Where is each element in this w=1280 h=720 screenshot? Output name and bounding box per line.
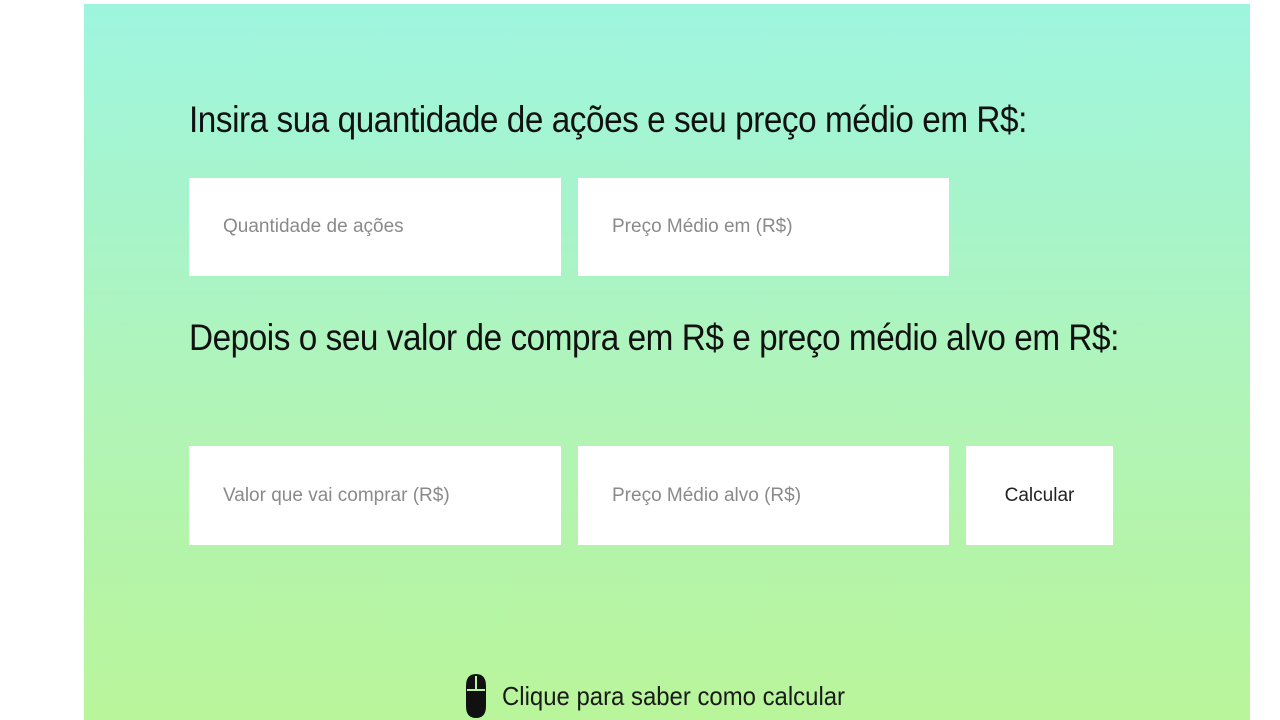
buy-value-input[interactable] [189, 446, 561, 545]
calculator-panel: Insira sua quantidade de ações e seu pre… [84, 4, 1250, 720]
section1-heading: Insira sua quantidade de ações e seu pre… [189, 99, 1027, 140]
calculate-button[interactable]: Calcular [966, 446, 1113, 545]
average-price-input[interactable] [578, 178, 949, 276]
how-to-calculate-label: Clique para saber como calcular [502, 680, 846, 711]
section2-heading: Depois o seu valor de compra em R$ e pre… [189, 317, 1119, 358]
target-price-input[interactable] [578, 446, 949, 545]
quantity-input[interactable] [189, 178, 561, 276]
mouse-icon [466, 674, 486, 718]
how-to-calculate-link[interactable]: Clique para saber como calcular [464, 672, 875, 720]
